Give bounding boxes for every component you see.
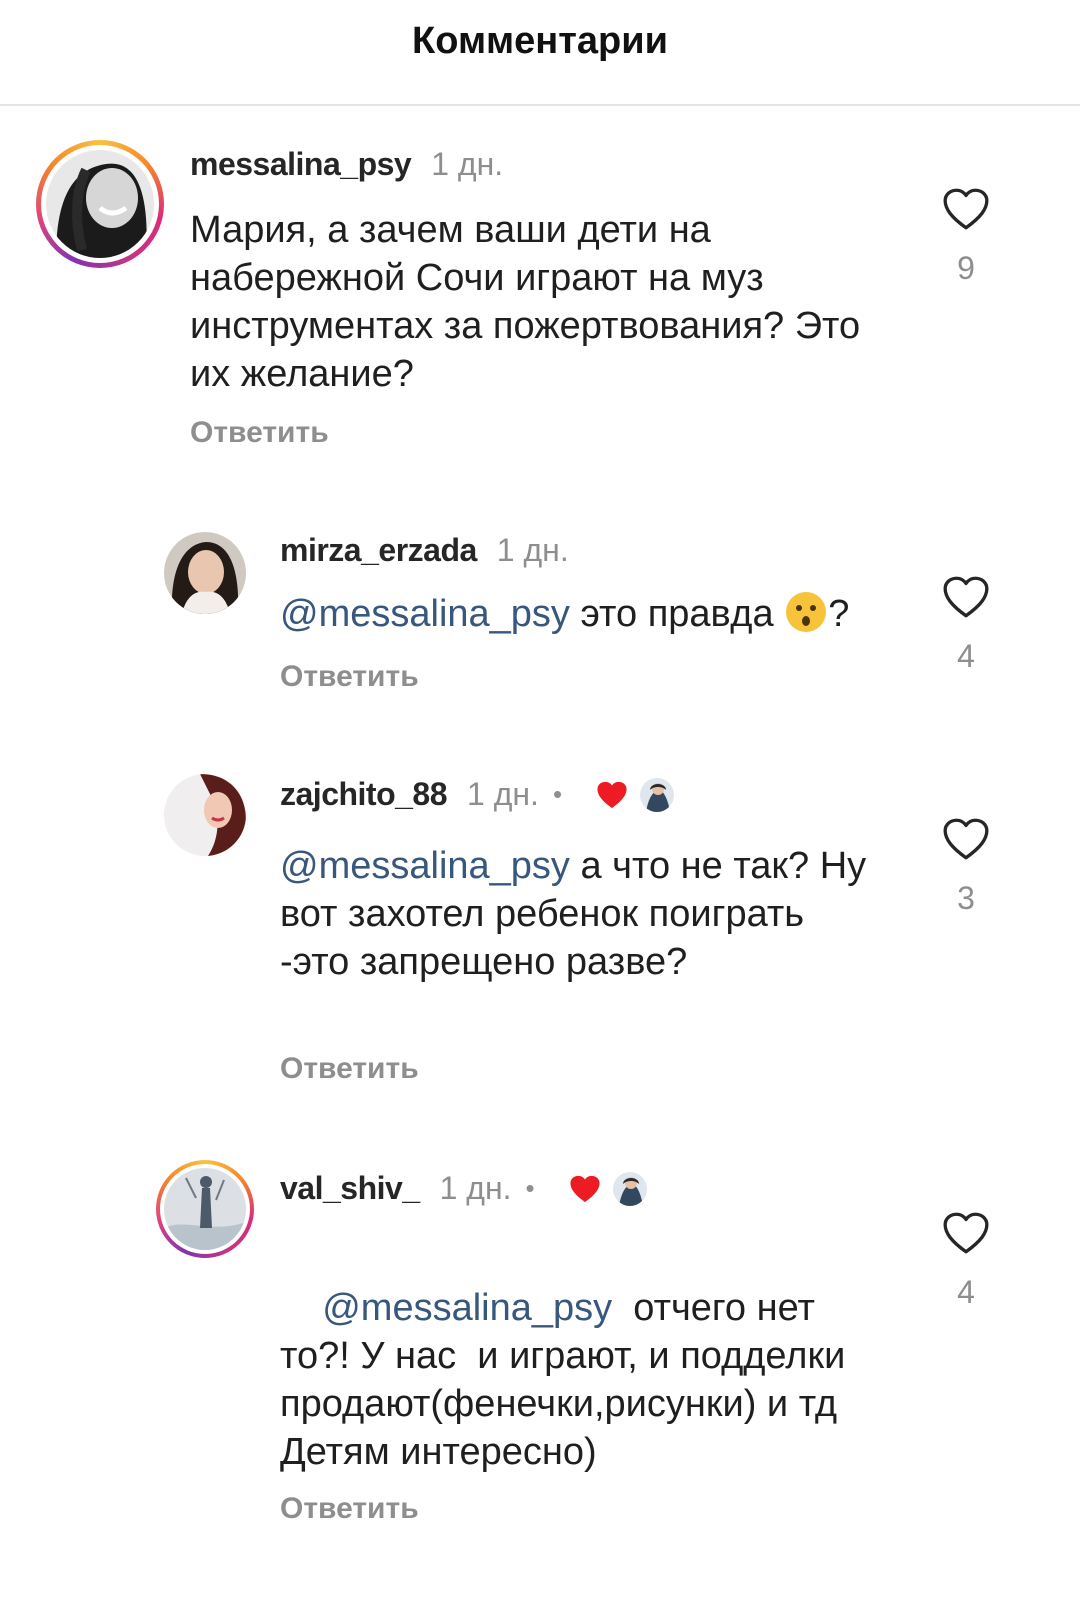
separator-dot: • — [525, 1173, 535, 1203]
comment-username[interactable]: zajchito_88 — [280, 776, 448, 813]
reply-button[interactable]: Ответить — [280, 660, 419, 694]
like-control[interactable]: 9 — [936, 186, 996, 287]
comment-text: @messalina_psy а что не так? Ну вот захо… — [280, 845, 867, 983]
liked-by-author-heart-icon — [597, 781, 627, 808]
story-ring[interactable] — [36, 140, 164, 268]
reply-button[interactable]: Ответить — [190, 416, 329, 450]
story-ring[interactable] — [156, 1160, 254, 1258]
mention-link[interactable]: @messalina_psy — [322, 1287, 612, 1329]
heart-icon[interactable] — [941, 186, 991, 232]
comment-text: Мария, а зачем ваши дети на набережной С… — [190, 209, 861, 395]
comment-meta: messalina_psy 1 дн. — [190, 146, 503, 183]
comment-meta: mirza_erzada 1 дн. — [280, 532, 569, 569]
page-title: Комментарии — [412, 20, 668, 62]
liked-by-author-heart-icon — [570, 1175, 600, 1202]
comment-time: 1 дн. — [439, 1170, 512, 1206]
like-control[interactable]: 4 — [936, 574, 996, 675]
avatar[interactable] — [164, 1168, 246, 1250]
reply-button[interactable]: Ответить — [280, 1052, 419, 1086]
like-count: 4 — [957, 638, 975, 674]
comment-time: 1 дн. — [496, 532, 569, 568]
mention-link[interactable]: @messalina_psy — [280, 845, 570, 887]
comment-username[interactable]: val_shiv_ — [280, 1170, 420, 1207]
like-count: 4 — [957, 1274, 975, 1310]
comment-time: 1 дн. — [467, 776, 539, 812]
author-mini-avatar — [640, 777, 675, 812]
mention-link[interactable]: @messalina_psy — [280, 593, 570, 635]
comment-text: @messalina_psy это правда ? — [280, 590, 920, 638]
like-count: 3 — [957, 880, 975, 916]
comment-meta: zajchito_88 1 дн. • — [280, 776, 675, 813]
heart-icon[interactable] — [941, 1210, 991, 1256]
separator-dot: • — [552, 779, 563, 809]
heart-icon[interactable] — [941, 574, 991, 620]
like-control[interactable]: 3 — [936, 816, 996, 917]
reply-button[interactable]: Ответить — [280, 1492, 419, 1526]
author-mini-avatar — [612, 1171, 647, 1206]
like-count: 9 — [957, 250, 975, 286]
comment-text: @messalina_psy отчего нет то?! У нас и и… — [280, 1287, 856, 1473]
comment-meta: val_shiv_ 1 дн. • — [280, 1170, 647, 1207]
heart-icon[interactable] — [941, 816, 991, 862]
comment-username[interactable]: mirza_erzada — [280, 532, 477, 569]
comment-time: 1 дн. — [431, 146, 504, 182]
hushed-face-emoji — [786, 592, 827, 632]
comment-username[interactable]: messalina_psy — [190, 146, 412, 183]
like-control[interactable]: 4 — [936, 1210, 996, 1311]
avatar[interactable] — [164, 532, 246, 614]
avatar[interactable] — [164, 774, 246, 856]
comments-header: Комментарии — [0, 0, 1080, 106]
avatar[interactable] — [46, 150, 154, 258]
